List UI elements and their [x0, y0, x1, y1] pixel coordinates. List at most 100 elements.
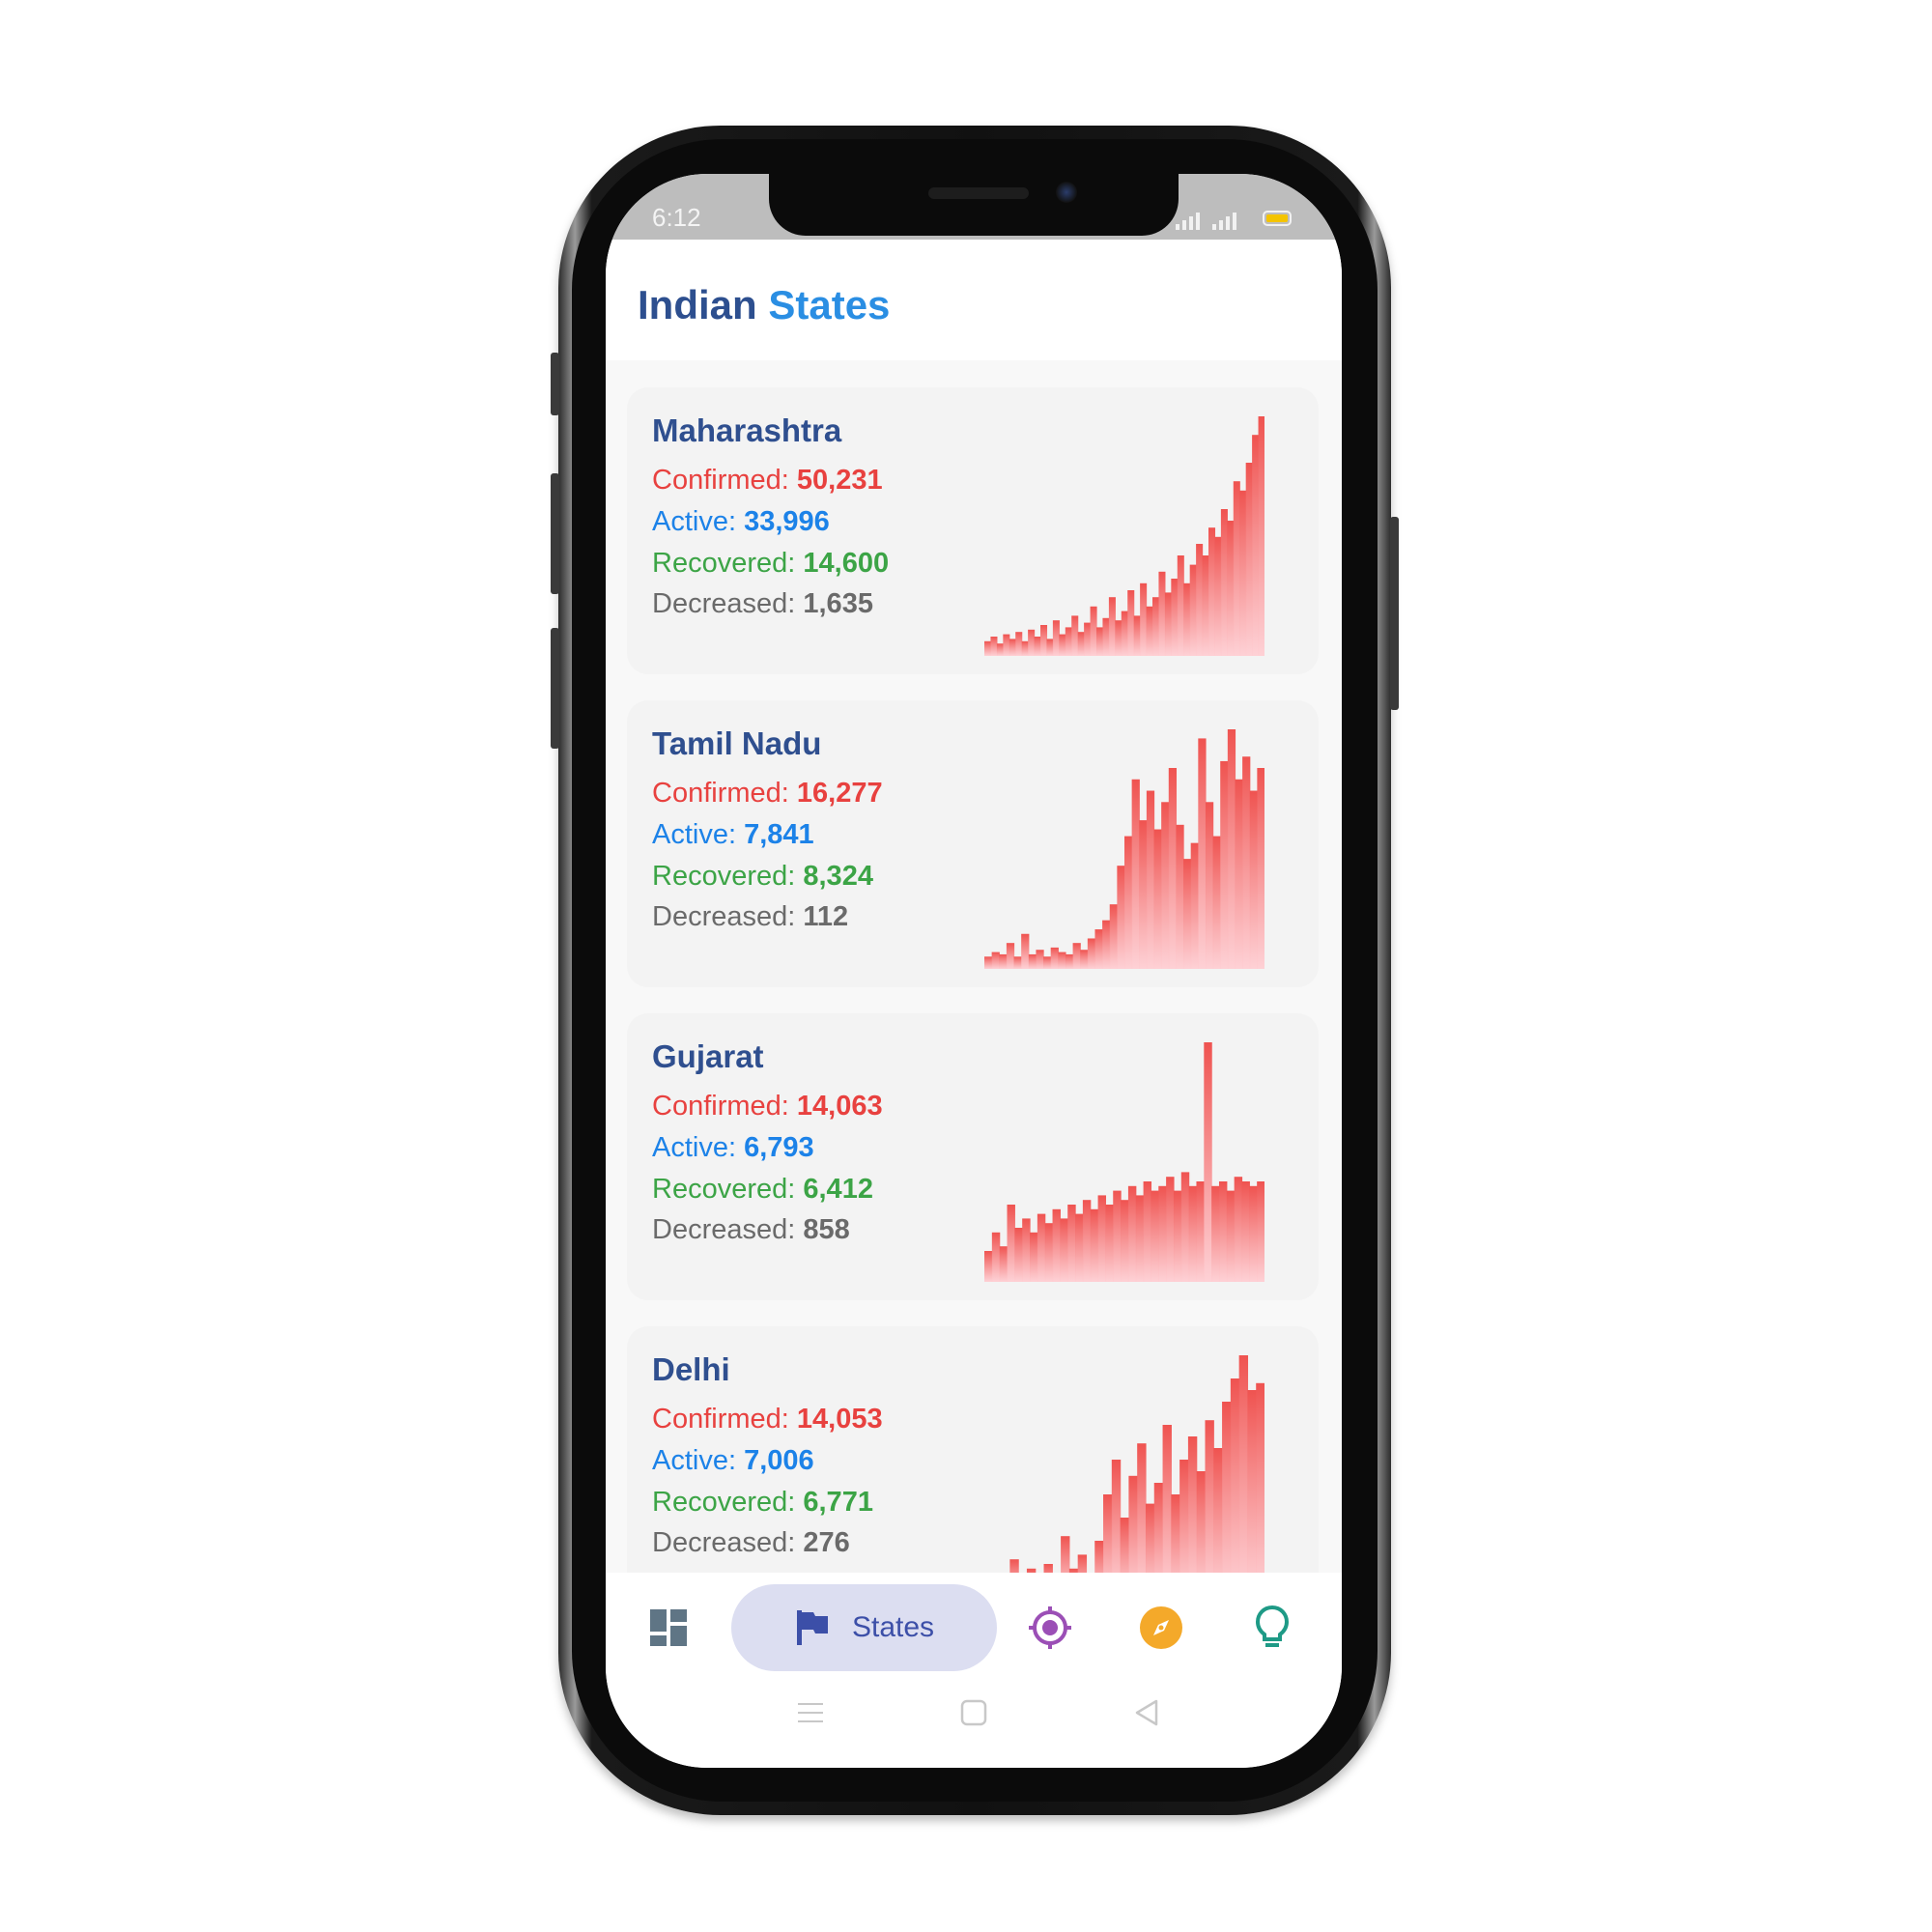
- confirmed-stat: Confirmed: 16,277: [652, 778, 883, 809]
- trend-bar: [1196, 1471, 1207, 1573]
- recovered-stat: Recovered: 8,324: [652, 861, 873, 892]
- trend-bar: [1239, 490, 1247, 656]
- trend-bar: [1124, 836, 1133, 969]
- trend-bar: [1204, 1042, 1212, 1282]
- trend-bar: [1058, 952, 1066, 969]
- trend-bar: [1220, 760, 1229, 969]
- trend-bar: [1205, 802, 1214, 969]
- trend-bar: [984, 640, 992, 656]
- trend-bar: [1043, 1564, 1053, 1573]
- trend-bar: [1137, 1443, 1147, 1573]
- trend-bar: [1003, 634, 1010, 656]
- trend-sparkline: [1009, 1355, 1264, 1573]
- trend-bar: [1214, 536, 1222, 656]
- bottom-nav: States: [606, 1573, 1342, 1674]
- trend-bar: [1094, 929, 1103, 969]
- trend-bar: [1226, 1190, 1236, 1282]
- notch: [769, 174, 1179, 236]
- trend-bar: [1128, 1475, 1138, 1573]
- state-name: Maharashtra: [652, 412, 842, 448]
- volume-down-button: [551, 628, 559, 749]
- trend-bar: [1161, 802, 1170, 969]
- trend-bar: [1013, 956, 1022, 969]
- trend-bar: [1034, 637, 1041, 656]
- trend-bar: [1046, 639, 1054, 656]
- trend-bar: [1113, 1190, 1122, 1282]
- recovered-stat: Recovered: 6,412: [652, 1174, 873, 1205]
- menu-icon: [798, 1703, 823, 1722]
- trend-bar: [1171, 1494, 1180, 1573]
- home-square-icon: [960, 1699, 987, 1726]
- menu-button[interactable]: [789, 1691, 832, 1734]
- trend-bar: [1043, 956, 1052, 969]
- active-stat: Active: 7,841: [652, 819, 814, 850]
- nav-dashboard[interactable]: [635, 1584, 702, 1671]
- state-card[interactable]: Maharashtra Confirmed: 50,231 Active: 33…: [627, 387, 1319, 674]
- trend-bar: [1146, 790, 1155, 969]
- trend-bar: [1139, 820, 1148, 969]
- trend-bar: [1036, 950, 1044, 969]
- trend-bar: [1040, 625, 1048, 656]
- trend-bar: [1234, 1177, 1243, 1282]
- state-name: Tamil Nadu: [652, 725, 822, 761]
- trend-bar: [1105, 1205, 1114, 1282]
- recovered-stat: Recovered: 6,771: [652, 1487, 873, 1518]
- nav-explore[interactable]: [1127, 1584, 1195, 1671]
- trend-bar: [1121, 611, 1128, 656]
- trend-bar: [1109, 904, 1118, 969]
- state-card[interactable]: Gujarat Confirmed: 14,063 Active: 6,793 …: [627, 1013, 1319, 1300]
- trend-bar: [1171, 579, 1179, 656]
- trend-bar: [999, 1246, 1009, 1282]
- trend-bar: [1180, 1172, 1190, 1282]
- trend-bar: [1245, 463, 1253, 656]
- trend-bar: [1233, 481, 1240, 656]
- trend-bar: [1241, 1181, 1250, 1282]
- trend-bar: [1249, 1185, 1258, 1282]
- nav-tracker[interactable]: [1016, 1584, 1084, 1671]
- silent-switch: [551, 353, 559, 415]
- back-button[interactable]: [1125, 1691, 1168, 1734]
- trend-bar: [1135, 1195, 1145, 1282]
- trend-bar: [1162, 1425, 1172, 1573]
- trend-bar: [1145, 1503, 1155, 1573]
- trend-bar: [1096, 627, 1104, 656]
- state-card[interactable]: Tamil Nadu Confirmed: 16,277 Active: 7,8…: [627, 700, 1319, 987]
- state-card[interactable]: Delhi Confirmed: 14,053 Active: 7,006 Re…: [627, 1326, 1319, 1573]
- trend-bar: [1202, 555, 1209, 656]
- trend-bar: [1014, 1228, 1023, 1282]
- trend-bar: [1190, 842, 1199, 969]
- trend-bar: [1164, 592, 1172, 656]
- nav-states[interactable]: States: [731, 1584, 997, 1671]
- trend-bar: [1218, 1181, 1228, 1282]
- trend-bar: [1087, 938, 1096, 969]
- active-stat: Active: 7,006: [652, 1445, 814, 1476]
- trend-bar: [1257, 1181, 1264, 1282]
- trend-bar: [1102, 920, 1111, 969]
- trend-bar: [1212, 836, 1221, 969]
- trend-bar: [1131, 779, 1140, 969]
- nav-tips[interactable]: [1238, 1584, 1306, 1671]
- trend-bar: [1090, 1208, 1099, 1282]
- trend-bar: [1196, 1181, 1205, 1282]
- trend-bar: [1183, 859, 1192, 969]
- trend-sparkline: [984, 1042, 1264, 1282]
- trend-bar: [1220, 509, 1228, 656]
- home-button[interactable]: [952, 1691, 995, 1734]
- trend-bar: [1208, 527, 1216, 656]
- states-list[interactable]: Maharashtra Confirmed: 50,231 Active: 33…: [606, 360, 1342, 1573]
- recovered-stat: Recovered: 14,600: [652, 548, 890, 579]
- system-nav-bar: [606, 1674, 1342, 1768]
- trend-bar: [1028, 629, 1036, 656]
- page-title-part1: Indian: [638, 282, 757, 327]
- trend-bar: [1205, 1420, 1214, 1573]
- trend-bar: [1007, 1205, 1015, 1282]
- trend-bar: [1213, 1448, 1223, 1573]
- trend-bar: [999, 953, 1008, 969]
- trend-bar: [1044, 1223, 1054, 1282]
- trend-bar: [1117, 866, 1125, 969]
- trend-bar: [1238, 1355, 1249, 1573]
- active-stat: Active: 33,996: [652, 506, 830, 537]
- signal-icon: [1176, 211, 1243, 230]
- battery-icon: [1263, 211, 1292, 226]
- trend-bar: [1249, 790, 1258, 969]
